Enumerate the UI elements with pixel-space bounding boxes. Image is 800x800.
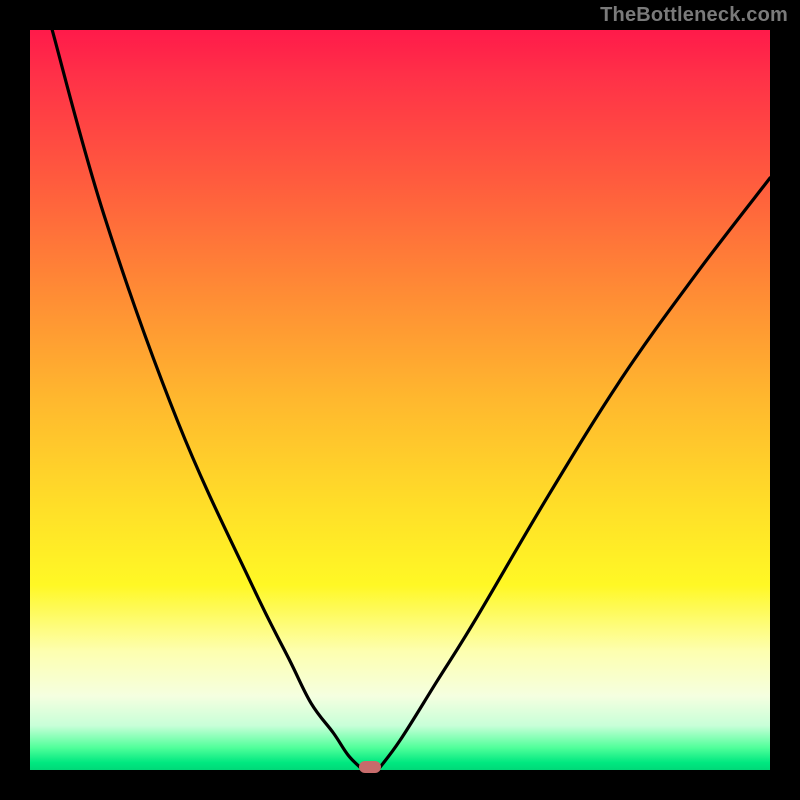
bottleneck-curve	[30, 30, 770, 770]
chart-frame: TheBottleneck.com	[0, 0, 800, 800]
optimal-marker	[359, 761, 381, 773]
watermark-text: TheBottleneck.com	[600, 4, 788, 27]
plot-area	[30, 30, 770, 770]
